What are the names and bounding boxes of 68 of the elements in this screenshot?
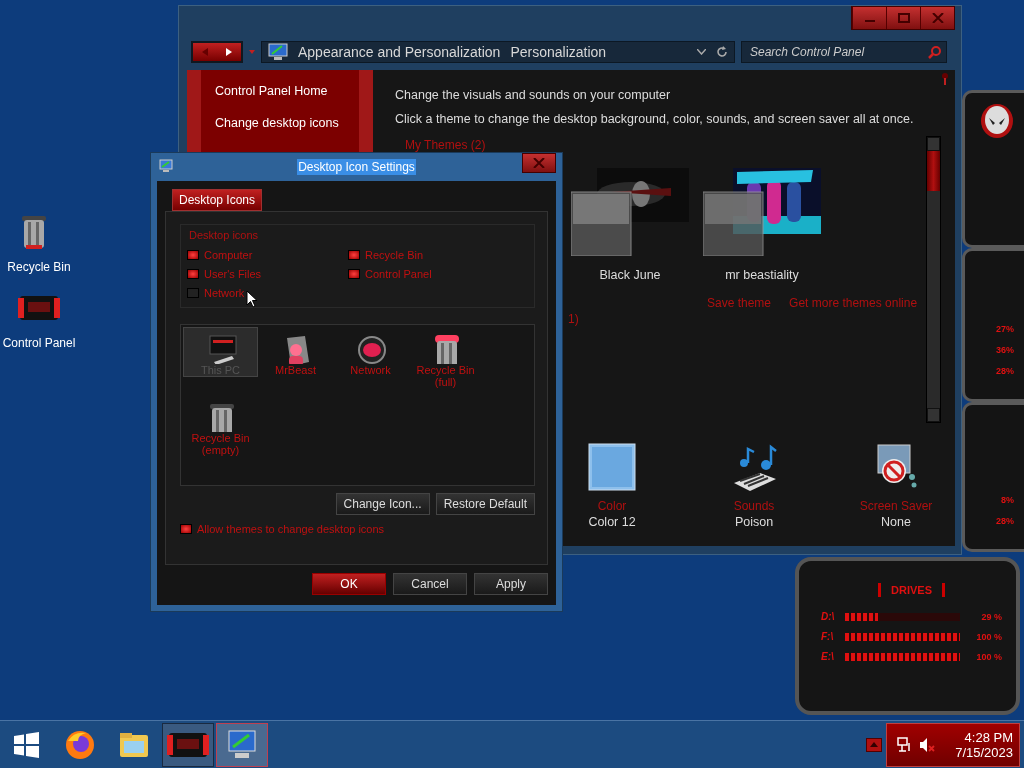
monitor-icon	[268, 43, 288, 61]
icon-label[interactable]: Recycle Bin	[7, 260, 71, 274]
scrollbar[interactable]	[926, 136, 941, 423]
drive-reading: 100 %	[975, 651, 1002, 662]
drive-label: F:\	[821, 631, 835, 642]
address-bar[interactable]: Appearance and Personalization Personalization	[261, 41, 735, 63]
refresh-icon[interactable]	[716, 46, 728, 58]
clock-time[interactable]: 4:28 PM	[964, 729, 1013, 745]
drive-reading: 100 %	[975, 631, 1002, 642]
clock-date[interactable]: 7/15/2023	[955, 744, 1013, 760]
browser-icon[interactable]	[64, 728, 96, 761]
forward-button[interactable]	[217, 43, 241, 61]
close-button[interactable]	[522, 153, 556, 173]
breadcrumb-item[interactable]: Personalization	[510, 44, 607, 60]
forward-arrow-icon[interactable]	[225, 48, 233, 56]
close-icon[interactable]	[533, 158, 545, 168]
search-field[interactable]: Search Control Panel	[741, 41, 947, 63]
checkbox[interactable]	[187, 269, 199, 279]
checkbox[interactable]	[180, 524, 192, 534]
setting-value: Poison	[734, 515, 774, 529]
button[interactable]: Change Icon...	[335, 493, 430, 515]
checkbox[interactable]	[348, 250, 360, 260]
checkbox[interactable]	[187, 288, 199, 298]
section-title: 1)	[567, 312, 580, 326]
tray-expand-button[interactable]	[866, 737, 882, 752]
start-icon[interactable]	[12, 730, 40, 759]
button[interactable]: Cancel	[393, 573, 467, 595]
checkbox[interactable]	[348, 269, 360, 279]
color-swatch-icon[interactable]	[588, 443, 636, 493]
gadget-reading: 27%	[996, 324, 1014, 334]
drive-label: E:\	[821, 651, 835, 662]
gadget-reading: 28%	[996, 366, 1014, 376]
gadget-title: DRIVES	[878, 583, 945, 597]
drive-label: D:\	[821, 611, 836, 622]
gadget-reading: 8%	[1001, 495, 1014, 505]
theme-name[interactable]: mr beastiality	[725, 268, 799, 282]
dialog-title: Desktop Icon Settings	[297, 159, 416, 175]
button[interactable]: Apply	[474, 573, 548, 595]
sidebar-link[interactable]: Control Panel Home	[215, 84, 359, 98]
tab[interactable]: Desktop Icons	[172, 189, 263, 211]
page-heading: Change the visuals and sounds on your computer	[395, 88, 672, 102]
caret-up-icon[interactable]	[870, 742, 878, 747]
group-label: Desktop icons	[187, 229, 261, 241]
theme-name[interactable]: Black June	[599, 268, 661, 282]
pin-icon[interactable]	[941, 73, 949, 85]
monitor-icon[interactable]	[225, 728, 259, 761]
ok-button[interactable]: OK	[312, 573, 386, 595]
gadget-reading: 36%	[996, 345, 1014, 355]
icon-label[interactable]: Control Panel	[2, 336, 76, 350]
monitor-icon	[159, 159, 173, 173]
button[interactable]: Restore Default	[435, 493, 535, 515]
alien-head-icon	[980, 103, 1014, 139]
sidebar-link[interactable]: Change desktop icons	[215, 116, 359, 130]
gadget-reading: 28%	[996, 516, 1014, 526]
network-icon[interactable]	[897, 736, 913, 753]
muted-speaker-icon[interactable]	[919, 736, 935, 753]
close-icon[interactable]	[931, 13, 944, 23]
cursor-icon	[246, 290, 258, 308]
chevron-down-icon[interactable]	[697, 49, 706, 55]
setting-value: Color 12	[588, 515, 636, 529]
checkbox[interactable]	[187, 250, 199, 260]
search-icon[interactable]	[928, 45, 942, 59]
setting-value: None	[881, 515, 911, 529]
section-title: My Themes (2)	[405, 138, 487, 152]
description-text: Click a theme to change the desktop background, color, sounds, and screen saver all at once.	[395, 112, 915, 126]
taskbar-button[interactable]	[216, 722, 268, 767]
breadcrumb-item[interactable]: Appearance and Personalization	[298, 44, 501, 60]
drive-reading: 29 %	[980, 611, 1002, 622]
